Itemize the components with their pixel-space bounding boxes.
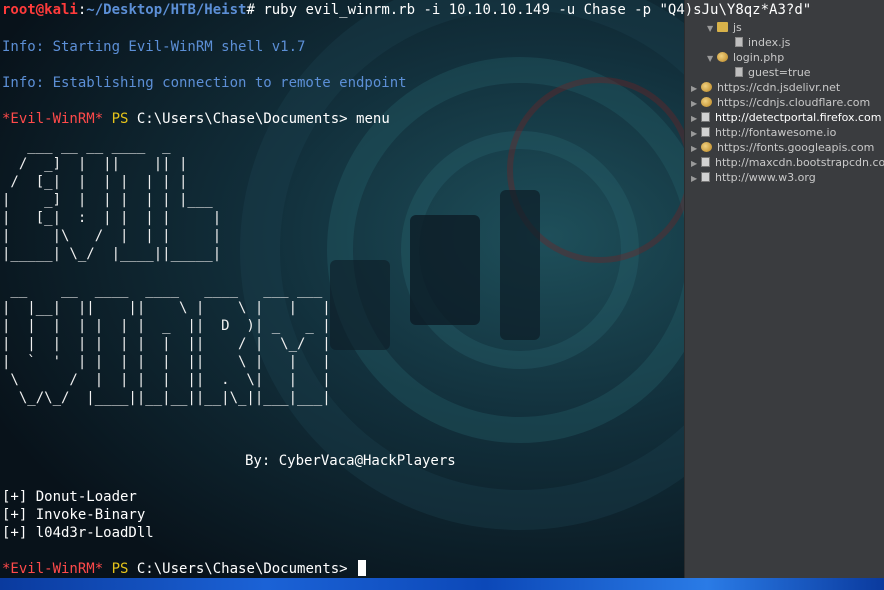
collapse-arrow-icon[interactable]: ▶ xyxy=(691,171,701,186)
document-icon xyxy=(701,127,710,137)
folder-icon xyxy=(717,22,728,32)
prompt-line-1: *Evil-WinRM* PS C:\Users\Chase\Documents… xyxy=(2,110,390,128)
info-start-line: Info: Starting Evil-WinRM shell v1.7 xyxy=(2,39,306,55)
tree-item-jsdelivr[interactable]: ▶ https://cdn.jsdelivr.net xyxy=(691,80,840,95)
command-text: ruby evil_winrm.rb -i 10.10.10.149 -u Ch… xyxy=(254,2,812,18)
collapse-arrow-icon[interactable]: ▶ xyxy=(691,126,701,141)
page-icon xyxy=(717,52,728,62)
command-line: root@kali:~/Desktop/HTB/Heist# ruby evil… xyxy=(2,2,812,18)
prompt-path: C:\Users\Chase\Documents> xyxy=(128,111,348,127)
typed-command: menu xyxy=(347,111,390,127)
menu-item-invoke-binary: [+] Invoke-Binary xyxy=(2,507,146,523)
document-icon xyxy=(701,112,710,122)
collapse-arrow-icon[interactable]: ▶ xyxy=(691,156,701,171)
globe-icon xyxy=(701,97,712,107)
network-tree-panel: ▼ js index.js ▼ login.php guest=true ▶ http… xyxy=(684,0,884,578)
author-credit: By: CyberVaca@HackPlayers xyxy=(245,453,456,469)
tree-item-js[interactable]: ▼ js xyxy=(707,20,742,35)
menu-item-loader-loaddll: [+] l04d3r-LoadDll xyxy=(2,525,154,541)
menu-item-donut-loader: [+] Donut-Loader xyxy=(2,489,137,505)
ps-label: PS xyxy=(103,561,129,577)
tree-item-googleapis[interactable]: ▶ https://fonts.googleapis.com xyxy=(691,140,874,155)
collapse-arrow-icon[interactable]: ▶ xyxy=(691,81,701,96)
taskbar-strip xyxy=(0,578,884,590)
ps-label: PS xyxy=(103,111,129,127)
tree-item-index-js[interactable]: index.js xyxy=(735,35,790,50)
terminal-cursor xyxy=(358,560,367,576)
expand-arrow-icon[interactable]: ▼ xyxy=(707,51,717,66)
collapse-arrow-icon[interactable]: ▶ xyxy=(691,141,701,156)
working-directory: ~/Desktop/HTB/Heist xyxy=(86,2,247,18)
tree-item-login-php[interactable]: ▼ login.php xyxy=(707,50,784,65)
file-icon xyxy=(735,67,743,77)
collapse-arrow-icon[interactable]: ▶ xyxy=(691,96,701,111)
file-icon xyxy=(735,37,743,47)
winrm-tag: *Evil-WinRM* xyxy=(2,111,104,127)
tree-item-maxcdn[interactable]: ▶ http://maxcdn.bootstrapcdn.com xyxy=(691,155,884,170)
tree-item-cdnjs[interactable]: ▶ https://cdnjs.cloudflare.com xyxy=(691,95,870,110)
terminal-window[interactable]: root@kali:~/Desktop/HTB/Heist# ruby evil… xyxy=(0,0,811,578)
evil-winrm-ascii-banner: ___ __ __ ____ _ / _] | || || | / [_| | … xyxy=(2,138,331,406)
expand-arrow-icon[interactable]: ▼ xyxy=(707,21,717,36)
info-connect-line: Info: Establishing connection to remote … xyxy=(2,75,407,91)
tree-item-detectportal[interactable]: ▶ http://detectportal.firefox.com xyxy=(691,110,881,125)
user-host: root@kali xyxy=(2,2,78,18)
prompt-line-2[interactable]: *Evil-WinRM* PS C:\Users\Chase\Documents… xyxy=(2,560,367,578)
collapse-arrow-icon[interactable]: ▶ xyxy=(691,111,701,126)
tree-item-w3[interactable]: ▶ http://www.w3.org xyxy=(691,170,816,185)
prompt-path: C:\Users\Chase\Documents> xyxy=(128,561,348,577)
tree-item-guest[interactable]: guest=true xyxy=(735,65,811,80)
command-input[interactable] xyxy=(348,561,356,577)
globe-icon xyxy=(701,142,712,152)
globe-icon xyxy=(701,82,712,92)
document-icon xyxy=(701,172,710,182)
document-icon xyxy=(701,157,710,167)
tree-item-fontawesome[interactable]: ▶ http://fontawesome.io xyxy=(691,125,836,140)
winrm-tag: *Evil-WinRM* xyxy=(2,561,104,577)
